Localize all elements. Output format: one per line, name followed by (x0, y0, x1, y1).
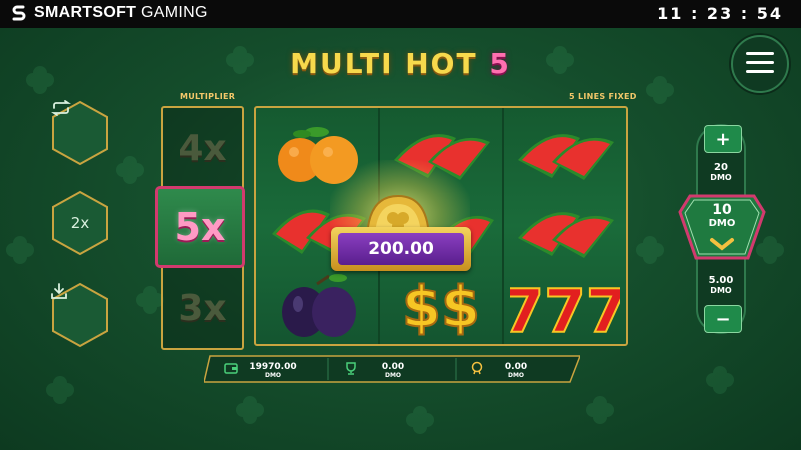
plum-symbol (282, 274, 356, 337)
multiplier-label: MULTIPLIER (180, 92, 236, 101)
multiplier-3x: 3x (178, 287, 227, 329)
svg-text:$$: $$ (402, 275, 480, 340)
history-button[interactable] (50, 282, 110, 348)
bet-selected[interactable]: 10 DMO (678, 202, 766, 230)
win-amount-plate: 200.00 (331, 227, 471, 271)
bet-increase-button[interactable]: + (704, 125, 742, 153)
wallet-icon (224, 363, 238, 374)
multiplier-4x: 4x (178, 127, 227, 169)
win-amount: 200.00 (338, 233, 464, 265)
brand-name: SMARTSOFT GAMING (34, 4, 208, 21)
svg-text:777: 777 (510, 277, 620, 340)
win-display: 0.00 DMO (381, 362, 405, 379)
seven-symbol: 777 (510, 276, 620, 340)
menu-button[interactable] (731, 35, 789, 93)
game-title: MULTI HOT 5 (290, 47, 511, 80)
bet-option-5[interactable]: 5.00 DMO (697, 276, 745, 296)
download-icon (50, 282, 110, 348)
smartsoft-logo-icon (12, 5, 26, 21)
watermelon-symbol (518, 212, 614, 258)
speed-label: 2x (70, 214, 90, 232)
watermelon-symbol (518, 134, 614, 180)
bonus-display: 0.00 DMO (504, 362, 528, 379)
top-bar: SMARTSOFT GAMING 11 : 23 : 54 (0, 0, 801, 28)
repeat-icon (50, 100, 110, 166)
lines-label: 5 LINES FIXED (569, 92, 637, 101)
speed-button[interactable]: 2x (50, 190, 110, 256)
brand-logo: SMARTSOFT GAMING (10, 4, 208, 22)
balance-display: 19970.00 DMO (249, 362, 297, 379)
bet-decrease-button[interactable]: − (704, 305, 742, 333)
bet-option-20[interactable]: 20 DMO (697, 163, 745, 183)
dollar-symbol: $$ (401, 274, 481, 340)
autoplay-button[interactable] (50, 100, 110, 166)
trophy-icon (346, 362, 356, 375)
clock: 11 : 23 : 54 (657, 4, 783, 23)
active-multiplier: 5x (155, 186, 245, 268)
